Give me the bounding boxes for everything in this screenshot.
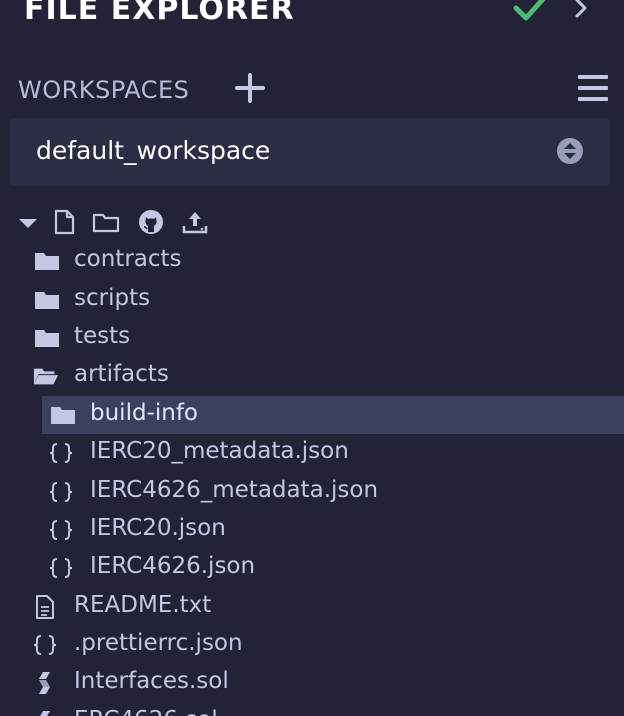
text-file-icon: [36, 595, 54, 619]
folder-open-icon: [33, 368, 59, 385]
folder-icon: [35, 330, 59, 347]
file-explorer-panel: FILE EXPLORER WORKSPACES default_workspa…: [0, 0, 624, 716]
tree-item-ierc4626-metadata[interactable]: IERC4626_metadata.json: [0, 473, 624, 511]
github-icon[interactable]: [137, 208, 165, 236]
tree-item-label: artifacts: [74, 361, 169, 387]
folder-icon: [51, 407, 75, 424]
check-icon[interactable]: [512, 0, 548, 26]
panel-title: FILE EXPLORER: [24, 0, 295, 27]
solidity-icon: [39, 672, 50, 694]
tree-item-ierc20-json[interactable]: IERC20.json: [0, 511, 624, 549]
workspaces-row: WORKSPACES: [0, 66, 624, 114]
tree-item-tests[interactable]: tests: [0, 319, 624, 357]
tree-item-ierc20-metadata[interactable]: IERC20_metadata.json: [0, 434, 624, 472]
folder-icon: [35, 292, 59, 309]
tree-item-label: README.txt: [74, 592, 212, 618]
tree-item-label: Interfaces.sol: [74, 668, 229, 694]
tree-item-label: scripts: [74, 285, 151, 311]
json-icon: [49, 520, 73, 540]
select-arrows-icon: [557, 138, 583, 164]
workspace-select-value: default_workspace: [36, 136, 271, 165]
hamburger-menu-icon[interactable]: [576, 71, 610, 105]
tree-item-readme[interactable]: README.txt: [0, 588, 624, 626]
json-icon: [33, 635, 57, 655]
tree-item-prettierrc[interactable]: .prettierrc.json: [0, 626, 624, 664]
add-workspace-icon[interactable]: [234, 72, 266, 104]
panel-header: FILE EXPLORER: [0, 0, 624, 28]
tree-item-label: build-info: [90, 400, 198, 426]
tree-item-erc4626-sol[interactable]: ERC4626.sol: [0, 703, 624, 716]
workspace-select[interactable]: default_workspace: [10, 118, 610, 186]
upload-icon[interactable]: [181, 208, 209, 236]
tree-item-artifacts[interactable]: artifacts: [0, 357, 624, 395]
new-folder-icon[interactable]: [92, 208, 120, 236]
json-icon: [49, 482, 73, 502]
folder-icon: [35, 253, 59, 270]
tree-item-ierc4626-json[interactable]: IERC4626.json: [0, 549, 624, 587]
tree-item-label: IERC4626_metadata.json: [90, 477, 379, 503]
tree-item-label: contracts: [74, 246, 182, 272]
json-icon: [49, 443, 73, 463]
tree-item-label: .prettierrc.json: [74, 630, 243, 656]
caret-down-icon[interactable]: [14, 208, 42, 236]
tree-item-label: IERC4626.json: [90, 553, 256, 579]
tree-item-build-info[interactable]: build-info: [42, 396, 624, 434]
tree-item-label: tests: [74, 323, 131, 349]
tree-item-scripts[interactable]: scripts: [0, 281, 624, 319]
file-toolbar: [0, 204, 624, 240]
workspaces-label: WORKSPACES: [18, 76, 190, 104]
tree-item-label: ERC4626.sol: [74, 707, 218, 716]
tree-item-label: IERC20_metadata.json: [90, 438, 349, 464]
new-file-icon[interactable]: [50, 208, 78, 236]
solidity-icon: [40, 711, 50, 716]
chevron-right-icon[interactable]: [572, 0, 592, 24]
tree-item-interfaces-sol[interactable]: Interfaces.sol: [0, 664, 624, 702]
json-icon: [49, 558, 73, 578]
tree-item-contracts[interactable]: contracts: [0, 242, 624, 280]
tree-item-label: IERC20.json: [90, 515, 226, 541]
